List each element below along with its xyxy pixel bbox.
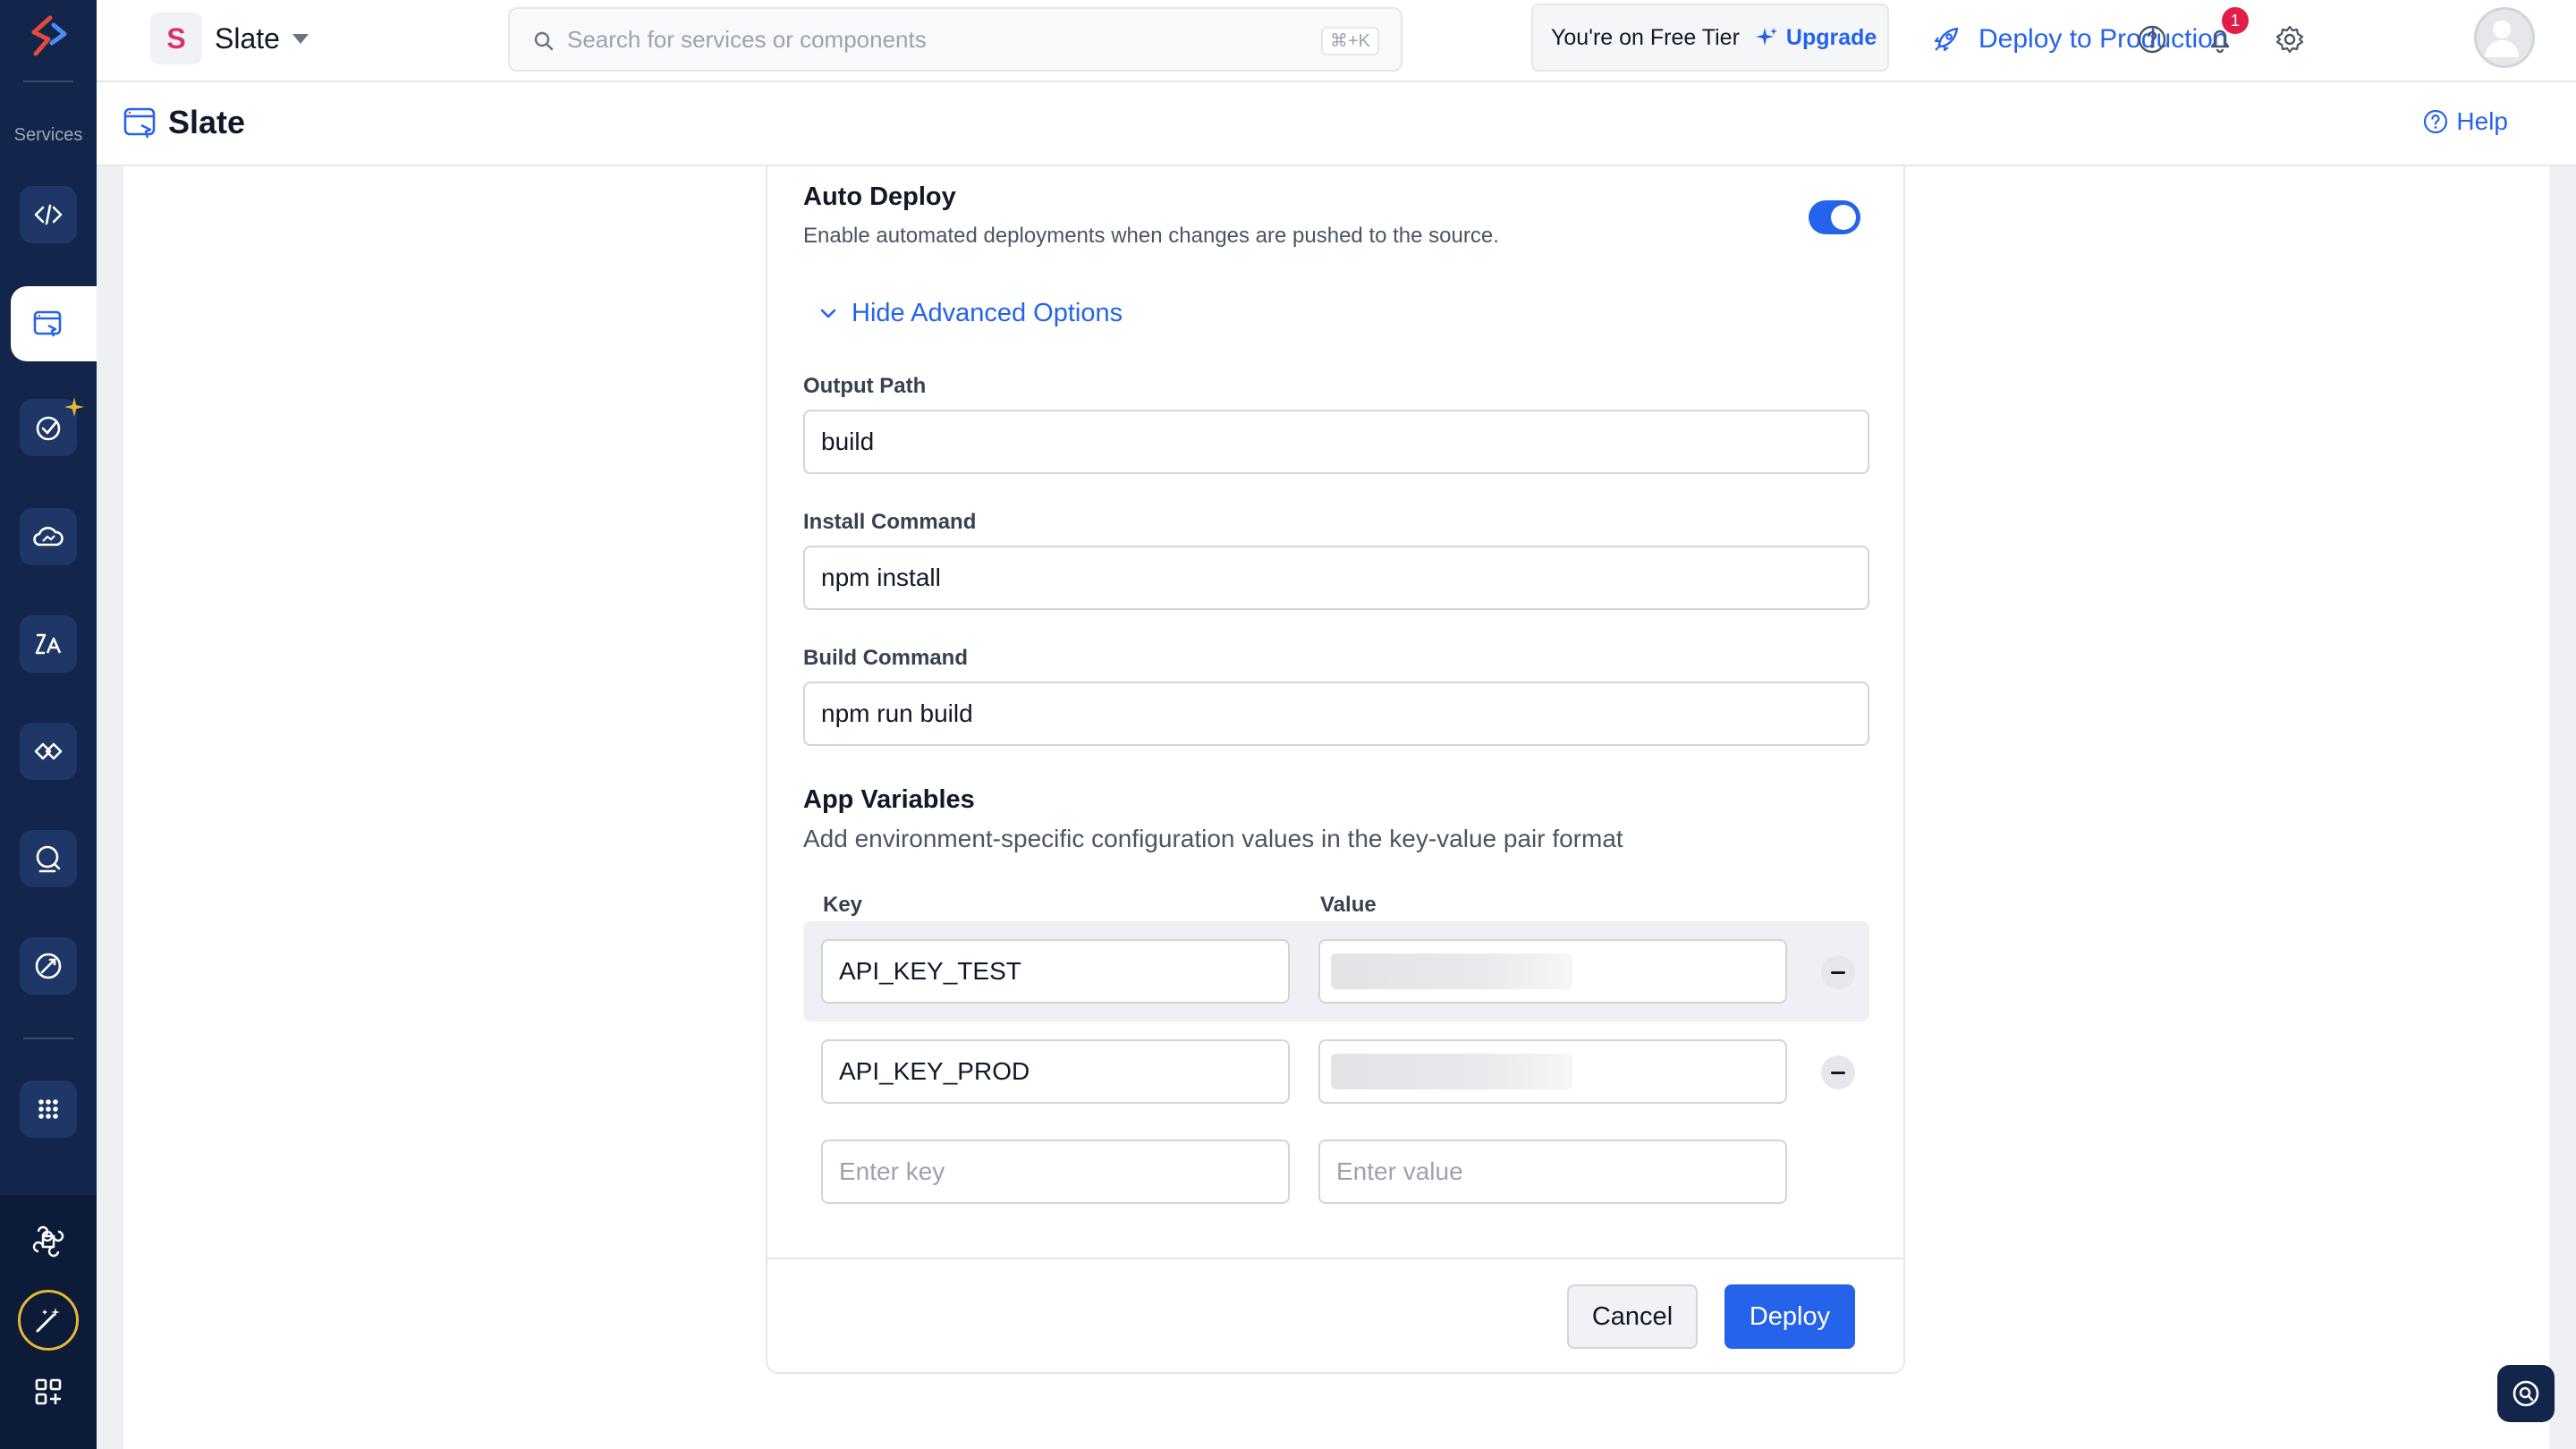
install-command-label: Install Command [803, 510, 977, 534]
user-icon [2485, 20, 2520, 57]
app-variable-row [803, 921, 1869, 1021]
help-link[interactable]: Help [2422, 107, 2508, 136]
notification-bell-icon[interactable]: 1 [2199, 7, 2249, 61]
search-shortcut-badge: ⌘+K [1320, 27, 1379, 55]
variable-value-input[interactable] [1318, 1039, 1787, 1104]
integration-icon[interactable] [20, 723, 77, 780]
variable-value-input[interactable] [1318, 939, 1787, 1004]
free-tier-banner: You're on Free Tier Upgrade [1531, 4, 1889, 72]
magic-wand-icon[interactable] [18, 1290, 79, 1351]
settings-gear-icon[interactable] [2268, 18, 2311, 61]
app-variables-title: App Variables [803, 785, 975, 814]
tier-text: You're on Free Tier [1551, 24, 1740, 50]
sparkle-icon [1755, 28, 1777, 46]
rocket-icon [1934, 27, 1959, 52]
deploy-button[interactable]: Deploy [1724, 1284, 1855, 1349]
page-title: Slate [168, 104, 246, 140]
rocket-icon[interactable] [20, 937, 77, 995]
services-label: Services [13, 125, 83, 145]
new-key-input[interactable] [821, 1140, 1290, 1204]
rail-divider [23, 1038, 73, 1039]
code-service-icon[interactable] [20, 186, 77, 243]
output-path-label: Output Path [803, 374, 927, 398]
left-rail: Services [0, 0, 97, 1449]
assistant-search-icon[interactable] [2497, 1365, 2555, 1422]
rail-divider [23, 80, 73, 82]
caret-down-icon [292, 33, 309, 44]
output-path-input[interactable] [803, 410, 1869, 474]
auto-deploy-toggle[interactable] [1809, 200, 1860, 234]
cloud-icon[interactable] [20, 508, 77, 565]
help-circle-icon [2424, 109, 2448, 134]
search-input[interactable] [567, 21, 1265, 57]
chevron-down-icon [820, 309, 836, 318]
deploy-to-production-label: Deploy to Production [1979, 24, 2228, 54]
auto-deploy-title: Auto Deploy [803, 182, 956, 211]
app-variables-description: Add environment-specific configuration v… [803, 825, 1623, 852]
remove-variable-button[interactable] [1821, 955, 1855, 989]
build-command-input[interactable] [803, 682, 1869, 746]
sparkle-icon [63, 395, 86, 423]
upgrade-link[interactable]: Upgrade [1754, 25, 1877, 51]
app-switcher[interactable]: S Slate [150, 11, 309, 66]
rail-active-slot [11, 286, 97, 361]
main-content: Auto Deploy Enable automated deployments… [123, 166, 2549, 1449]
analytics-icon[interactable] [20, 615, 77, 673]
search-icon [534, 31, 554, 51]
deploy-to-production-button[interactable]: Deploy to Production [1930, 16, 2228, 63]
search-bar[interactable]: ⌘+K [508, 7, 1402, 72]
advanced-options-label: Hide Advanced Options [852, 299, 1123, 327]
deploy-form-panel: Auto Deploy Enable automated deployments… [766, 166, 1905, 1374]
app-variable-row [803, 1021, 1869, 1122]
masked-value [1331, 953, 1572, 989]
variable-key-input[interactable] [821, 1039, 1290, 1104]
build-command-label: Build Command [803, 646, 968, 670]
page-header: Slate Help [97, 82, 2576, 166]
key-column-header: Key [823, 893, 863, 917]
catalyst-logo-icon[interactable] [23, 13, 73, 63]
top-bar: S Slate ⌘+K You're on Free Tier Upgrade … [97, 0, 2576, 82]
help-circle-icon[interactable] [2131, 18, 2174, 61]
notification-count-badge: 1 [2222, 7, 2249, 34]
apps-grid-icon[interactable] [20, 1080, 77, 1138]
auto-deploy-description: Enable automated deployments when change… [803, 224, 1499, 248]
masked-value [1331, 1054, 1572, 1089]
value-column-header: Value [1320, 893, 1377, 917]
cancel-button[interactable]: Cancel [1567, 1284, 1698, 1349]
new-value-input[interactable] [1318, 1140, 1787, 1204]
app-name: Slate [215, 21, 280, 55]
app-avatar: S [150, 13, 202, 64]
new-variable-row [803, 1122, 1869, 1222]
slate-icon[interactable] [20, 295, 77, 352]
add-widget-icon[interactable] [27, 1370, 70, 1413]
upgrade-label: Upgrade [1785, 24, 1877, 50]
variable-key-input[interactable] [821, 939, 1290, 1004]
command-icon[interactable] [27, 1220, 70, 1263]
slate-icon [123, 107, 156, 139]
help-label: Help [2456, 107, 2508, 135]
search-service-icon[interactable] [20, 830, 77, 887]
form-footer-divider [767, 1258, 1903, 1259]
hide-advanced-options-link[interactable]: Hide Advanced Options [818, 299, 1123, 328]
user-avatar[interactable] [2474, 7, 2535, 68]
remove-variable-button[interactable] [1821, 1055, 1855, 1089]
install-command-input[interactable] [803, 546, 1869, 610]
